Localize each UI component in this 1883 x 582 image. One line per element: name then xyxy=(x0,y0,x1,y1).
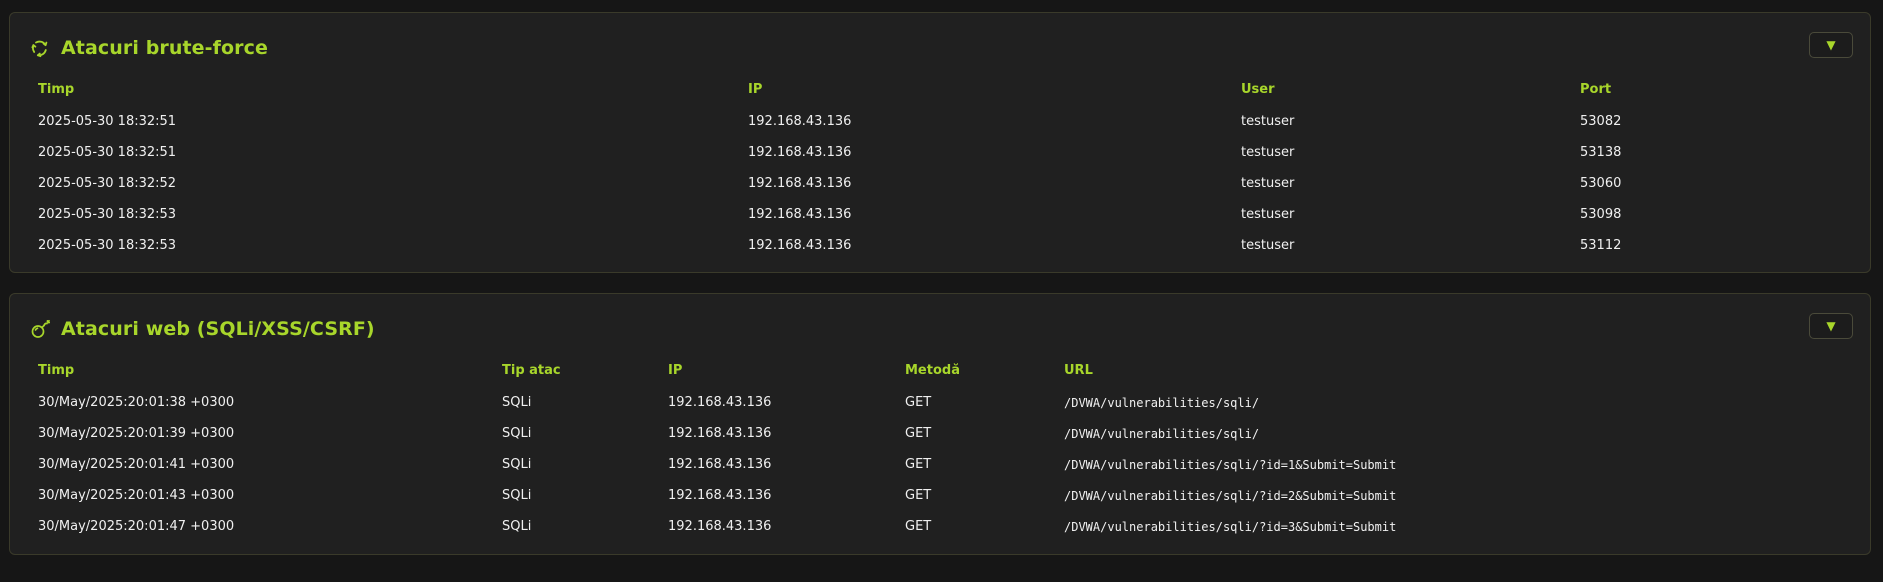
cell-timp: 30/May/2025:20:01:39 +0300 xyxy=(38,426,235,441)
table-header-row: Timp IP User Port xyxy=(38,73,1853,106)
cell-url: /DVWA/vulnerabilities/sqli/ xyxy=(1064,426,1260,441)
cell-timp: 2025-05-30 18:32:53 xyxy=(38,207,177,222)
brute-force-table-body: 2025-05-30 18:32:51 192.168.43.136 testuse… xyxy=(38,106,1853,261)
cell-tip-atac: SQLi xyxy=(502,457,532,472)
cell-timp: 2025-05-30 18:32:51 xyxy=(38,114,177,129)
column-header-tip-atac[interactable]: Tip atac xyxy=(502,354,668,387)
cell-tip-atac: SQLi xyxy=(502,395,532,410)
web-attacks-table: Timp Tip atac IP Metodă URL 30/May/2025:… xyxy=(38,354,1853,542)
table-row[interactable]: 30/May/2025:20:01:41 +0300 SQLi 192.168.43… xyxy=(38,449,1853,480)
cell-ip: 192.168.43.136 xyxy=(668,457,772,472)
table-row[interactable]: 30/May/2025:20:01:43 +0300 SQLi 192.168.43… xyxy=(38,480,1853,511)
cell-url: /DVWA/vulnerabilities/sqli/?id=2&Submit=… xyxy=(1064,488,1397,503)
cell-timp: 2025-05-30 18:32:53 xyxy=(38,238,177,253)
cell-tip-atac: SQLi xyxy=(502,488,532,503)
cell-metoda: GET xyxy=(905,395,932,410)
brute-force-toggle-button[interactable]: ▼ xyxy=(1809,32,1853,58)
cell-tip-atac: SQLi xyxy=(502,519,532,534)
cell-url: /DVWA/vulnerabilities/sqli/?id=3&Submit=… xyxy=(1064,519,1397,534)
cell-ip: 192.168.43.136 xyxy=(668,488,772,503)
cell-port: 53060 xyxy=(1580,176,1622,191)
cell-ip: 192.168.43.136 xyxy=(748,176,852,191)
brute-force-panel: Atacuri brute-force ▼ Timp IP User Port … xyxy=(9,12,1871,273)
cell-url: /DVWA/vulnerabilities/sqli/ xyxy=(1064,395,1260,410)
cell-timp: 30/May/2025:20:01:38 +0300 xyxy=(38,395,235,410)
cell-metoda: GET xyxy=(905,519,932,534)
chevron-down-icon: ▼ xyxy=(1826,319,1836,333)
cell-user: testuser xyxy=(1241,114,1295,129)
cell-user: testuser xyxy=(1241,145,1295,160)
table-row[interactable]: 2025-05-30 18:32:51 192.168.43.136 testuse… xyxy=(38,137,1853,168)
web-attacks-panel: Atacuri web (SQLi/XSS/CSRF) ▼ Timp Tip a… xyxy=(9,293,1871,555)
column-header-timp[interactable]: Timp xyxy=(38,73,748,106)
brute-force-header: Atacuri brute-force xyxy=(29,33,268,63)
table-row[interactable]: 2025-05-30 18:32:52 192.168.43.136 testuse… xyxy=(38,168,1853,199)
cell-user: testuser xyxy=(1241,238,1295,253)
column-header-ip[interactable]: IP xyxy=(748,73,1241,106)
column-header-user[interactable]: User xyxy=(1241,73,1580,106)
cell-metoda: GET xyxy=(905,426,932,441)
table-row[interactable]: 30/May/2025:20:01:47 +0300 SQLi 192.168.43… xyxy=(38,511,1853,542)
column-header-url[interactable]: URL xyxy=(1064,354,1853,387)
cell-timp: 30/May/2025:20:01:43 +0300 xyxy=(38,488,235,503)
table-row[interactable]: 2025-05-30 18:32:51 192.168.43.136 testuse… xyxy=(38,106,1853,137)
brute-force-table: Timp IP User Port 2025-05-30 18:32:51 192… xyxy=(38,73,1853,261)
cell-ip: 192.168.43.136 xyxy=(748,145,852,160)
bomb-icon xyxy=(29,318,51,340)
table-row[interactable]: 30/May/2025:20:01:39 +0300 SQLi 192.168.43… xyxy=(38,418,1853,449)
cell-user: testuser xyxy=(1241,176,1295,191)
cell-port: 53098 xyxy=(1580,207,1622,222)
table-row[interactable]: 2025-05-30 18:32:53 192.168.43.136 testuse… xyxy=(38,199,1853,230)
column-header-ip[interactable]: IP xyxy=(668,354,905,387)
cell-url: /DVWA/vulnerabilities/sqli/?id=1&Submit=… xyxy=(1064,457,1397,472)
web-attacks-header: Atacuri web (SQLi/XSS/CSRF) xyxy=(29,314,375,344)
cell-user: testuser xyxy=(1241,207,1295,222)
cell-ip: 192.168.43.136 xyxy=(668,519,772,534)
table-row[interactable]: 2025-05-30 18:32:53 192.168.43.136 testuse… xyxy=(38,230,1853,261)
column-header-metoda[interactable]: Metodă xyxy=(905,354,1064,387)
column-header-timp[interactable]: Timp xyxy=(38,354,502,387)
cell-ip: 192.168.43.136 xyxy=(748,114,852,129)
brute-force-title: Atacuri brute-force xyxy=(61,37,268,59)
cell-timp: 30/May/2025:20:01:41 +0300 xyxy=(38,457,235,472)
cell-ip: 192.168.43.136 xyxy=(668,395,772,410)
cell-metoda: GET xyxy=(905,457,932,472)
cell-metoda: GET xyxy=(905,488,932,503)
web-attacks-toggle-button[interactable]: ▼ xyxy=(1809,313,1853,339)
cell-ip: 192.168.43.136 xyxy=(748,207,852,222)
table-header-row: Timp Tip atac IP Metodă URL xyxy=(38,354,1853,387)
recycle-icon xyxy=(29,37,51,59)
table-row[interactable]: 30/May/2025:20:01:38 +0300 SQLi 192.168.43… xyxy=(38,387,1853,418)
cell-port: 53112 xyxy=(1580,238,1622,253)
cell-timp: 30/May/2025:20:01:47 +0300 xyxy=(38,519,235,534)
chevron-down-icon: ▼ xyxy=(1826,38,1836,52)
cell-port: 53138 xyxy=(1580,145,1622,160)
cell-port: 53082 xyxy=(1580,114,1622,129)
web-attacks-title: Atacuri web (SQLi/XSS/CSRF) xyxy=(61,318,375,340)
cell-ip: 192.168.43.136 xyxy=(748,238,852,253)
cell-ip: 192.168.43.136 xyxy=(668,426,772,441)
cell-timp: 2025-05-30 18:32:52 xyxy=(38,176,177,191)
web-attacks-table-body: 30/May/2025:20:01:38 +0300 SQLi 192.168.43… xyxy=(38,387,1853,542)
column-header-port[interactable]: Port xyxy=(1580,73,1853,106)
cell-timp: 2025-05-30 18:32:51 xyxy=(38,145,177,160)
cell-tip-atac: SQLi xyxy=(502,426,532,441)
